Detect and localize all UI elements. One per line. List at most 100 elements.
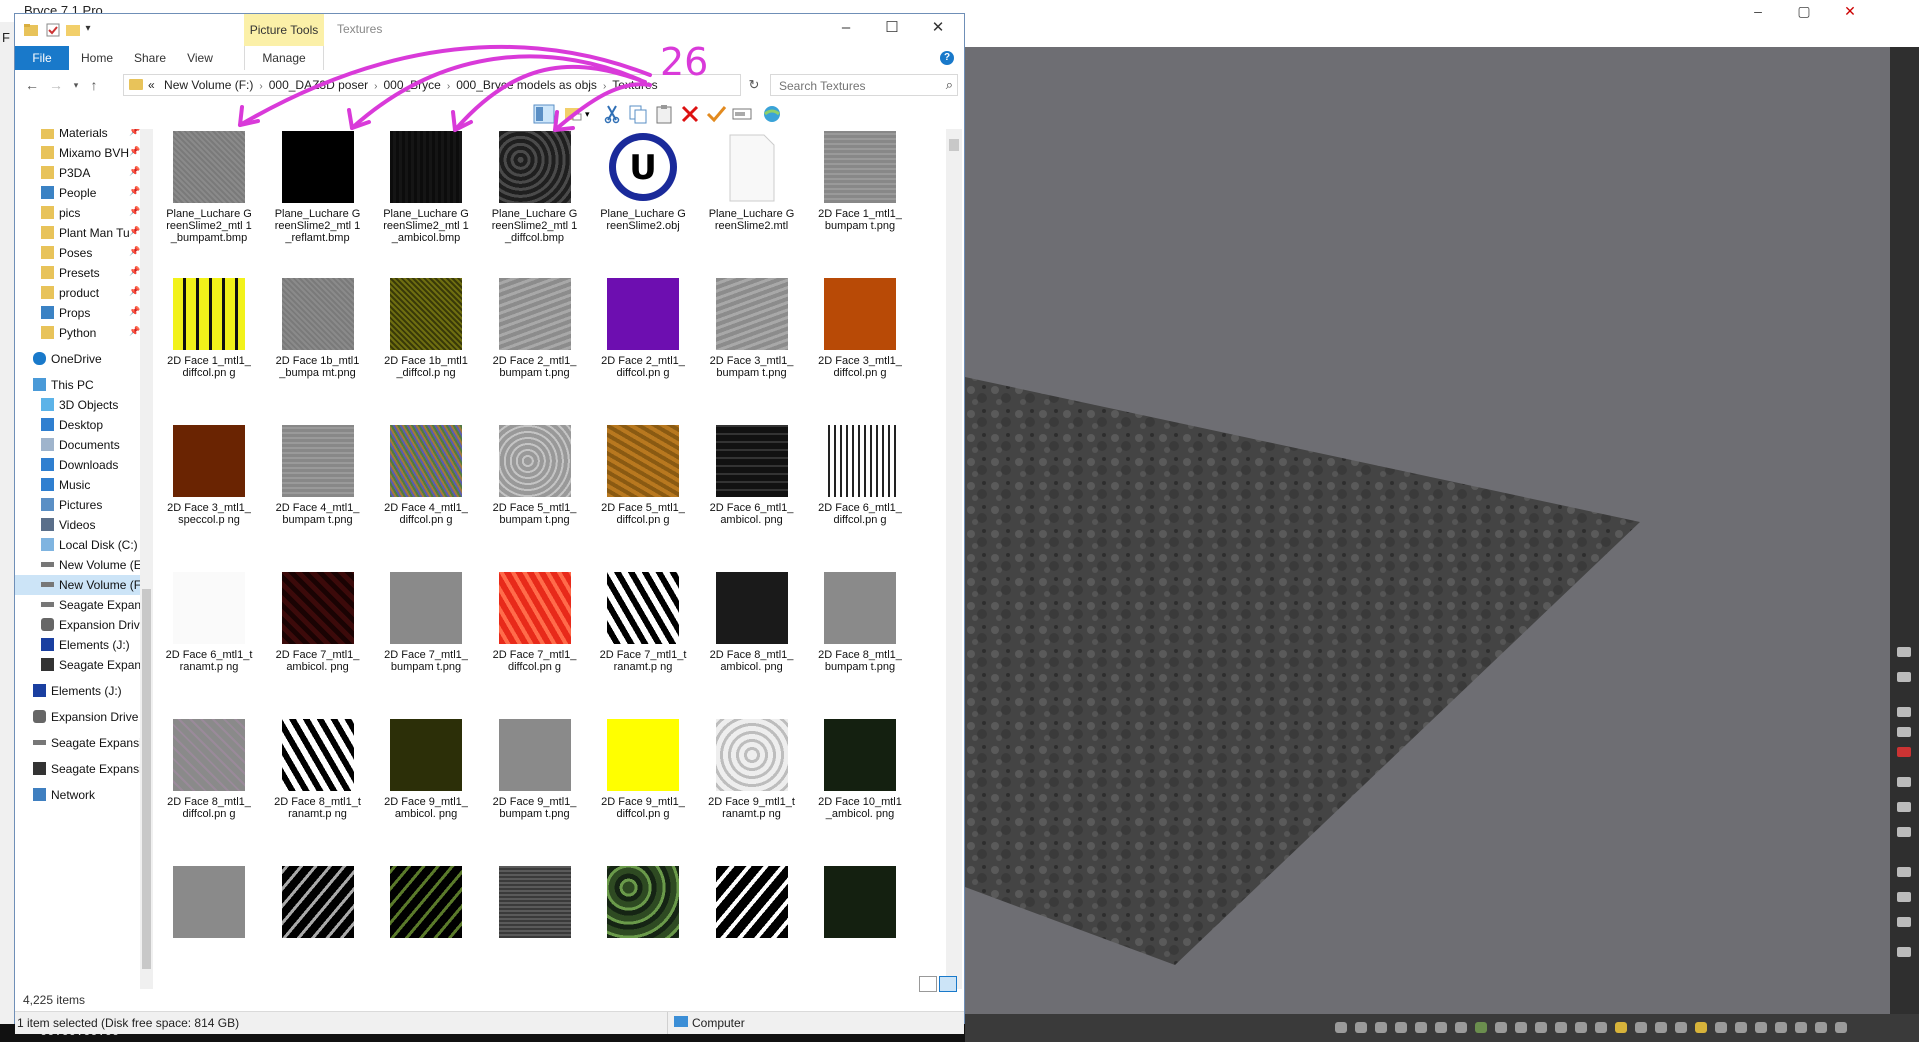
tab-manage[interactable]: Manage bbox=[244, 46, 324, 70]
file-thumbnail[interactable] bbox=[173, 278, 245, 350]
object-tool-icon[interactable] bbox=[1335, 1022, 1347, 1033]
file-thumbnail[interactable] bbox=[281, 866, 354, 938]
pin-icon[interactable]: 📌 bbox=[129, 129, 140, 137]
chevron-right-icon[interactable]: › bbox=[603, 81, 606, 92]
file-list[interactable]: Plane_Luchare GreenSlime2_mtl 1_bumpamt.… bbox=[155, 129, 945, 989]
object-tool-icon[interactable] bbox=[1835, 1022, 1847, 1033]
textured-ground-plane[interactable] bbox=[965, 377, 1640, 965]
pin-icon[interactable]: 📌 bbox=[129, 306, 140, 317]
details-view-icon[interactable] bbox=[919, 976, 937, 992]
nav-item-props[interactable]: Props 📌 bbox=[15, 303, 140, 323]
object-tool-icon[interactable] bbox=[1515, 1022, 1527, 1033]
render-tool-icon[interactable] bbox=[1897, 707, 1911, 717]
pan-tool-icon[interactable] bbox=[1897, 917, 1911, 927]
object-tool-icon[interactable] bbox=[1675, 1022, 1687, 1033]
tab-home[interactable]: Home bbox=[69, 46, 125, 70]
close-button[interactable]: ✕ bbox=[915, 14, 961, 44]
scrollbar-thumb[interactable] bbox=[142, 589, 151, 969]
file-thumbnail[interactable]: U bbox=[607, 131, 679, 203]
file-thumbnail[interactable] bbox=[607, 425, 679, 497]
terrain-tool-icon[interactable] bbox=[1475, 1022, 1487, 1033]
file-thumbnail[interactable] bbox=[715, 866, 788, 938]
pin-icon[interactable]: 📌 bbox=[129, 186, 140, 197]
file-thumbnail[interactable] bbox=[173, 719, 245, 791]
navigation-scrollbar[interactable] bbox=[140, 129, 153, 989]
object-tool-icon[interactable] bbox=[1735, 1022, 1747, 1033]
nav-item-new-volume-e[interactable]: New Volume (E:) bbox=[15, 555, 140, 575]
maximize-button[interactable]: ☐ bbox=[869, 14, 915, 44]
bryce-close-button[interactable]: ✕ bbox=[1827, 0, 1873, 22]
cut-icon[interactable] bbox=[601, 104, 623, 124]
view-options-icon[interactable] bbox=[563, 104, 585, 124]
breadcrumb-item[interactable]: 000_DAZ3D poser bbox=[269, 78, 368, 92]
file-thumbnail[interactable] bbox=[824, 425, 896, 497]
file-thumbnail[interactable] bbox=[824, 866, 896, 938]
file-thumbnail[interactable] bbox=[715, 131, 788, 203]
grid-tool-icon[interactable] bbox=[1897, 777, 1911, 787]
object-tool-icon[interactable] bbox=[1795, 1022, 1807, 1033]
file-thumbnail[interactable] bbox=[824, 278, 896, 350]
file-thumbnail[interactable] bbox=[390, 278, 462, 350]
nav-item-new-volume-f[interactable]: New Volume (F:) bbox=[15, 575, 140, 595]
bryce-3d-viewport[interactable] bbox=[965, 47, 1890, 1014]
pin-icon[interactable]: 📌 bbox=[129, 266, 140, 277]
chevron-right-icon[interactable]: › bbox=[374, 81, 377, 92]
object-tool-icon[interactable] bbox=[1435, 1022, 1447, 1033]
file-thumbnail[interactable] bbox=[173, 866, 245, 938]
nav-item-expansion-drive[interactable]: Expansion Drive bbox=[15, 615, 140, 635]
navigation-pane[interactable]: Materials 📌 Mixamo BVH 📌 P3DA 📌 People 📌… bbox=[15, 129, 140, 989]
properties-icon[interactable] bbox=[45, 22, 61, 38]
paste-icon[interactable] bbox=[653, 104, 675, 124]
quick-access-dropdown-icon[interactable]: ▾ bbox=[81, 14, 95, 44]
file-thumbnail[interactable] bbox=[390, 719, 462, 791]
file-thumbnail[interactable] bbox=[498, 719, 571, 791]
delete-icon[interactable] bbox=[679, 104, 701, 124]
file-thumbnail[interactable] bbox=[715, 425, 788, 497]
nav-item-product[interactable]: product 📌 bbox=[15, 283, 140, 303]
file-thumbnail[interactable] bbox=[281, 719, 354, 791]
file-thumbnail[interactable] bbox=[390, 425, 462, 497]
record-tool-icon[interactable] bbox=[1897, 747, 1911, 757]
file-thumbnail[interactable] bbox=[607, 719, 679, 791]
nav-item-pics[interactable]: pics 📌 bbox=[15, 203, 140, 223]
large-icons-view-icon[interactable] bbox=[939, 976, 957, 992]
nav-item-mixamo-bvh[interactable]: Mixamo BVH 📌 bbox=[15, 143, 140, 163]
file-thumbnail[interactable] bbox=[498, 866, 571, 938]
pin-icon[interactable]: 📌 bbox=[129, 286, 140, 297]
nav-item-people[interactable]: People 📌 bbox=[15, 183, 140, 203]
file-thumbnail[interactable] bbox=[498, 425, 571, 497]
bryce-minimize-button[interactable]: – bbox=[1735, 0, 1781, 22]
nav-item-elements-j-2[interactable]: Elements (J:) bbox=[15, 681, 140, 701]
object-tool-icon[interactable] bbox=[1635, 1022, 1647, 1033]
recent-locations-icon[interactable]: ▾ bbox=[67, 76, 85, 94]
file-thumbnail[interactable] bbox=[607, 866, 679, 938]
file-thumbnail[interactable] bbox=[824, 572, 896, 644]
nav-item-seagate-expansion[interactable]: Seagate Expansio bbox=[15, 595, 140, 615]
nav-item-seagate-expansion-4[interactable]: Seagate Expansion bbox=[15, 759, 140, 779]
back-button[interactable]: ← bbox=[23, 76, 41, 94]
file-thumbnail[interactable] bbox=[498, 278, 571, 350]
light-tool-icon[interactable] bbox=[1695, 1022, 1707, 1033]
pin-icon[interactable]: 📌 bbox=[129, 326, 140, 337]
nav-item-p3da[interactable]: P3DA 📌 bbox=[15, 163, 140, 183]
tab-file[interactable]: File bbox=[15, 46, 69, 70]
file-thumbnail[interactable] bbox=[281, 425, 354, 497]
up-button[interactable]: ↑ bbox=[85, 76, 103, 94]
minimize-button[interactable]: – bbox=[823, 14, 869, 44]
file-thumbnail[interactable] bbox=[281, 131, 354, 203]
address-bar[interactable]: « New Volume (F:) › 000_DAZ3D poser › 000_Br… bbox=[123, 74, 741, 96]
nav-item-plant-man-tu[interactable]: Plant Man Tu 📌 bbox=[15, 223, 140, 243]
file-thumbnail[interactable] bbox=[498, 131, 571, 203]
camera-tool-icon[interactable] bbox=[1897, 672, 1911, 682]
file-thumbnail[interactable] bbox=[173, 572, 245, 644]
nav-item-documents[interactable]: Documents bbox=[15, 435, 140, 455]
file-list-scrollbar[interactable] bbox=[946, 129, 962, 989]
zoom-tool-icon[interactable] bbox=[1897, 892, 1911, 902]
pin-icon[interactable]: 📌 bbox=[129, 226, 140, 237]
pin-icon[interactable]: 📌 bbox=[129, 246, 140, 257]
breadcrumb-item[interactable]: 000_Bryce models as objs bbox=[456, 78, 597, 92]
file-thumbnail[interactable] bbox=[390, 572, 462, 644]
file-thumbnail[interactable] bbox=[390, 131, 462, 203]
object-tool-icon[interactable] bbox=[1715, 1022, 1727, 1033]
search-icon[interactable]: ⌕ bbox=[946, 77, 953, 93]
